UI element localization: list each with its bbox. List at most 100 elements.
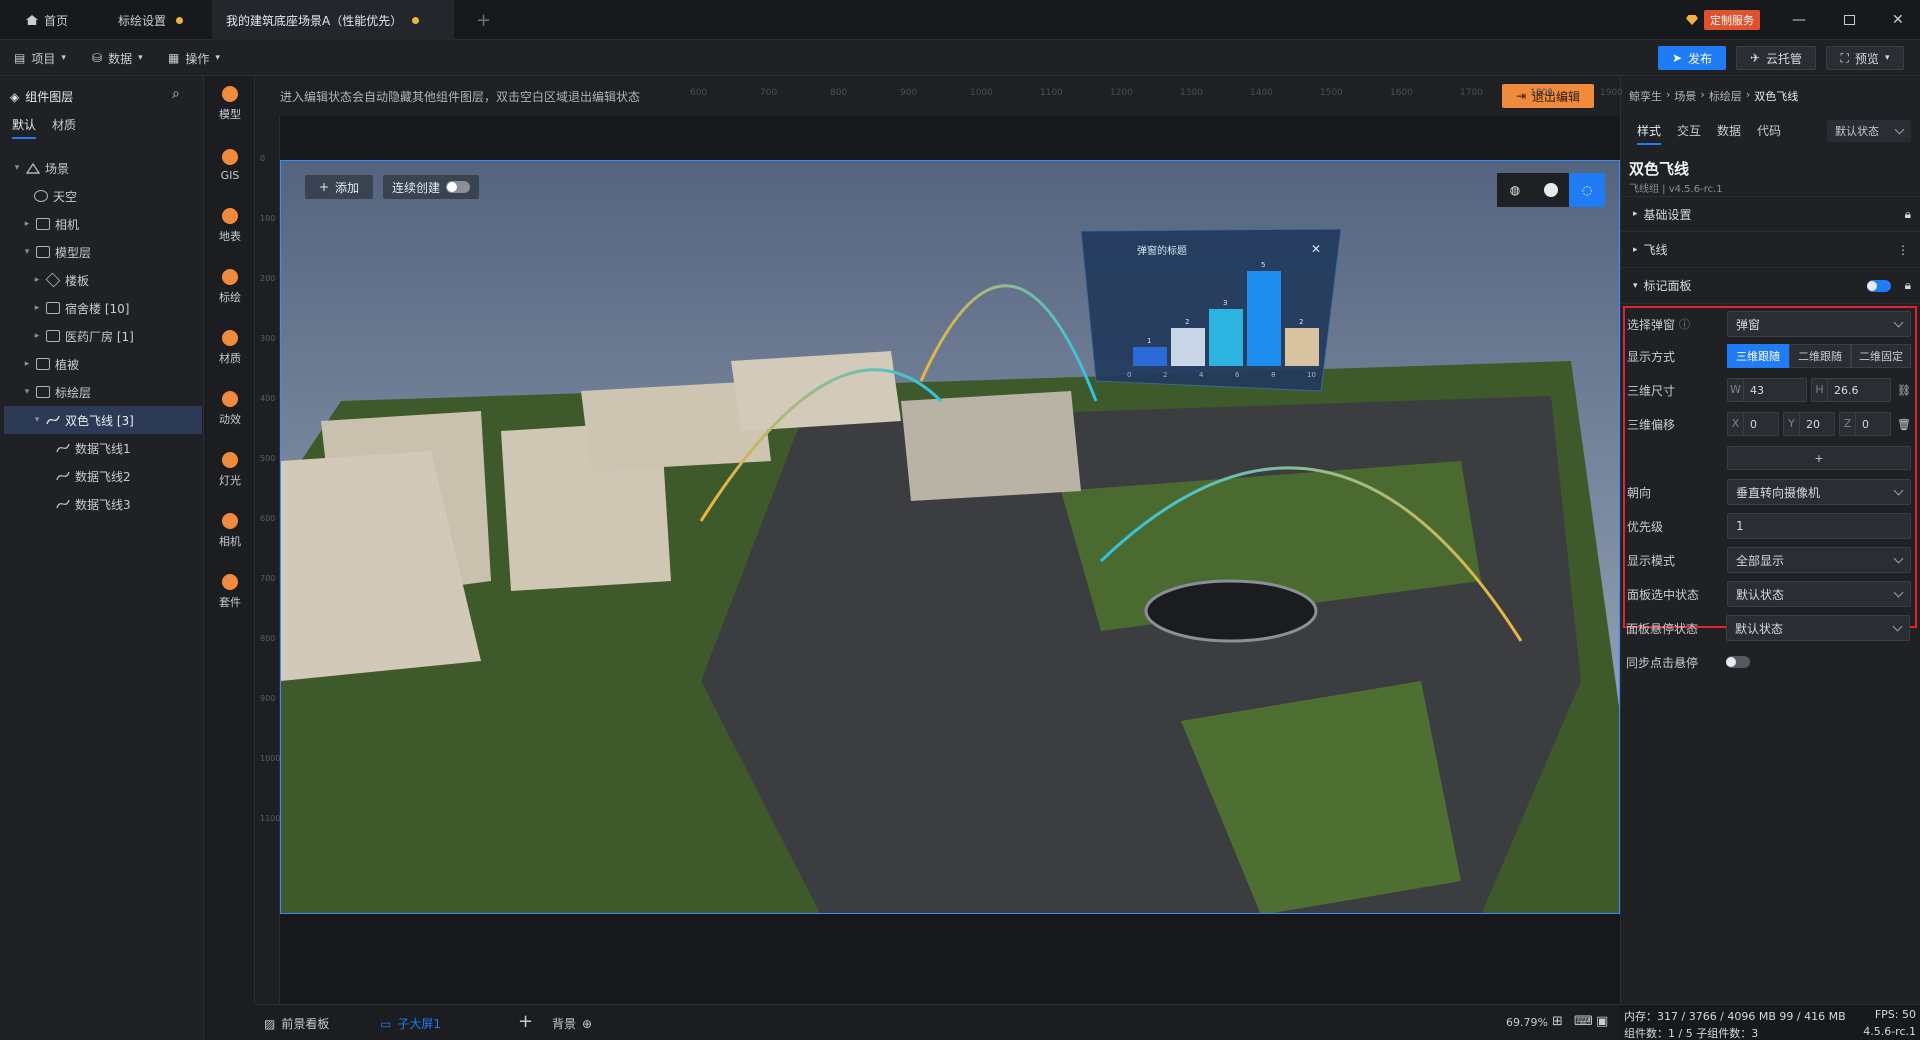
marker-panel-toggle[interactable]	[1867, 280, 1891, 292]
state-select[interactable]: 默认状态	[1827, 120, 1911, 142]
scene-viewport[interactable]: 弹窗的标题 ✕ 1 2 3 5 2 0 2 4 6 8 10 + 添加 连续创建 ◍ ◌	[280, 160, 1620, 914]
row-priority: 优先级 1	[1621, 512, 1920, 540]
add-button[interactable]: + 添加	[305, 175, 373, 199]
layer-tab-material[interactable]: 材质	[52, 116, 76, 133]
fit-screen-icon[interactable]: ⊞	[1552, 1014, 1563, 1029]
prop-tab-style[interactable]: 样式	[1637, 122, 1662, 145]
iconbar-model[interactable]: 模型	[205, 76, 255, 132]
breadcrumb-item[interactable]: 场景	[1674, 88, 1696, 104]
tree-item-scene[interactable]: ▾ 场景	[0, 154, 204, 182]
continuous-create[interactable]: 连续创建	[383, 175, 479, 199]
prop-tab-data[interactable]: 数据	[1717, 122, 1741, 139]
ruler-tick: 400	[260, 394, 276, 403]
section-marker-panel[interactable]: ▾ 标记面板 🔒︎	[1621, 268, 1920, 304]
more-icon[interactable]: ⋮	[1897, 243, 1909, 257]
tab-foreground-board[interactable]: ▨ 前景看板	[264, 1015, 329, 1032]
tab-background[interactable]: 背景 ⊕	[552, 1015, 592, 1032]
breadcrumb-item[interactable]: 鲸孪生	[1629, 88, 1662, 104]
show-mode-select[interactable]: 全部显示	[1727, 547, 1911, 573]
sync-hover-label: 同步点击悬停	[1626, 656, 1699, 670]
tree-item-flyline-1[interactable]: 数据飞线1	[0, 434, 204, 462]
prop-tab-interaction[interactable]: 交互	[1677, 122, 1701, 139]
height-input[interactable]: H 26.6	[1811, 378, 1891, 402]
tree-item-model-layer[interactable]: ▾ 模型层	[0, 238, 204, 266]
tree-item-dorm[interactable]: ▸ 宿舍楼 [10]	[0, 294, 204, 322]
tab-sub-screen[interactable]: ▭ 子大屏1	[380, 1015, 441, 1032]
continuous-create-toggle[interactable]	[446, 181, 470, 193]
zoom-level[interactable]: 69.79%	[1506, 1016, 1548, 1029]
help-icon[interactable]: ⓘ	[1679, 316, 1690, 332]
publish-button[interactable]: ➤ 发布	[1658, 46, 1726, 70]
row-selected-state: 面板选中状态 默认状态	[1621, 580, 1920, 608]
prop-tab-code[interactable]: 代码	[1757, 122, 1781, 139]
tab-marker-settings[interactable]: 标绘设置	[104, 0, 197, 40]
add-screen-button[interactable]: +	[518, 1011, 533, 1032]
breadcrumb-item[interactable]: 标绘层	[1709, 88, 1742, 104]
ruler-tick: 1800	[1530, 88, 1553, 98]
priority-input[interactable]: 1	[1727, 513, 1911, 539]
tree-item-camera[interactable]: ▸ 相机	[0, 210, 204, 238]
iconbar-light[interactable]: 灯光	[205, 442, 255, 498]
offset-z-input[interactable]: Z0	[1839, 412, 1891, 436]
menu-project[interactable]: ▤ 项目 ▾	[14, 40, 66, 76]
hover-state-select[interactable]: 默认状态	[1726, 615, 1910, 641]
mode-2d-fixed[interactable]: 二维固定	[1851, 344, 1911, 368]
iconbar-camera[interactable]: 相机	[205, 503, 255, 559]
tree-item-vegetation[interactable]: ▸ 植被	[0, 350, 204, 378]
lock-icon[interactable]: 🔒︎	[1905, 207, 1911, 222]
iconbar-marker[interactable]: 标绘	[205, 259, 255, 315]
cloud-host-button[interactable]: ✈ 云托管	[1736, 46, 1816, 70]
tree-item-factory[interactable]: ▸ 医药厂房 [1]	[0, 322, 204, 350]
orbit-view-button[interactable]: ◌	[1569, 173, 1605, 207]
sphere-view-button[interactable]	[1533, 173, 1569, 207]
trash-icon[interactable]: 🗑︎	[1897, 418, 1911, 431]
popup-close-icon[interactable]: ✕	[1311, 242, 1321, 256]
iconbar-kit[interactable]: 套件	[205, 564, 255, 620]
sync-hover-toggle[interactable]	[1726, 656, 1750, 668]
preview-button[interactable]: ⛶ 预览 ▾	[1826, 46, 1904, 70]
tab-scene[interactable]: 我的建筑底座场景A（性能优先）	[212, 0, 454, 40]
tree-item-sky[interactable]: 天空	[0, 182, 204, 210]
restore-button[interactable]	[1830, 0, 1869, 40]
section-basic[interactable]: ▸ 基础设置 🔒︎	[1621, 196, 1920, 232]
facing-select[interactable]: 垂直转向摄像机	[1727, 479, 1911, 505]
chevron-down-icon	[1893, 485, 1904, 496]
tree-item-flyline-2[interactable]: 数据飞线2	[0, 462, 204, 490]
width-input[interactable]: W 43	[1727, 378, 1807, 402]
popup-select[interactable]: 弹窗	[1727, 311, 1911, 337]
canvas-bottom-bar: ▨ 前景看板 ▭ 子大屏1 + 背景 ⊕ 69.79% ⊞ ⌨ ▣	[256, 1004, 1620, 1040]
tab-foreground-label: 前景看板	[281, 1017, 330, 1031]
ruler-tick: 1400	[1250, 88, 1273, 98]
iconbar-effect[interactable]: 动效	[205, 381, 255, 437]
tree-item-flyline-3[interactable]: 数据飞线3	[0, 490, 204, 518]
offset-x-input[interactable]: X0	[1727, 412, 1779, 436]
terminal-icon[interactable]: ▣	[1596, 1014, 1608, 1029]
tab-home[interactable]: 首页	[12, 0, 82, 40]
menu-data[interactable]: ⛁ 数据 ▾	[92, 40, 143, 76]
selected-state-select[interactable]: 默认状态	[1727, 581, 1911, 607]
iconbar-terrain[interactable]: 地表	[205, 198, 255, 254]
iconbar-material[interactable]: 材质	[205, 320, 255, 376]
offset-y-input[interactable]: Y 20	[1783, 412, 1835, 436]
close-window-button[interactable]: ✕	[1878, 0, 1918, 40]
new-tab-button[interactable]: +	[462, 0, 505, 40]
tree-item-dual-flyline[interactable]: ▾ 双色飞线 [3]	[4, 406, 202, 434]
keyboard-icon[interactable]: ⌨	[1574, 1014, 1593, 1029]
globe-view-button[interactable]: ◍	[1497, 173, 1533, 207]
minimize-button[interactable]: —	[1778, 0, 1820, 40]
menu-operate[interactable]: ▦ 操作 ▾	[168, 40, 220, 76]
search-icon[interactable]: ⌕	[172, 86, 180, 102]
layer-tab-default[interactable]: 默认	[12, 116, 37, 139]
mode-2d-follow[interactable]: 二维跟随	[1789, 344, 1851, 368]
popup-panel[interactable]: 弹窗的标题 ✕ 1 2 3 5 2 0 2 4 6 8 10	[1080, 228, 1342, 392]
custom-service-button[interactable]: 定制服务	[1672, 0, 1774, 40]
mode-3d-follow[interactable]: 三维跟随	[1727, 344, 1789, 368]
lock-icon[interactable]: 🔒︎	[1905, 278, 1911, 293]
add-offset-button[interactable]: +	[1727, 446, 1911, 470]
link-icon[interactable]: ⛓	[1897, 384, 1911, 397]
tree-item-marker-layer[interactable]: ▾ 标绘层	[0, 378, 204, 406]
publish-label: 发布	[1688, 51, 1713, 66]
iconbar-gis[interactable]: GIS	[205, 137, 255, 193]
tree-item-floor[interactable]: ▸ 楼板	[0, 266, 204, 294]
section-flyline[interactable]: ▸ 飞线 ⋮	[1621, 232, 1920, 268]
